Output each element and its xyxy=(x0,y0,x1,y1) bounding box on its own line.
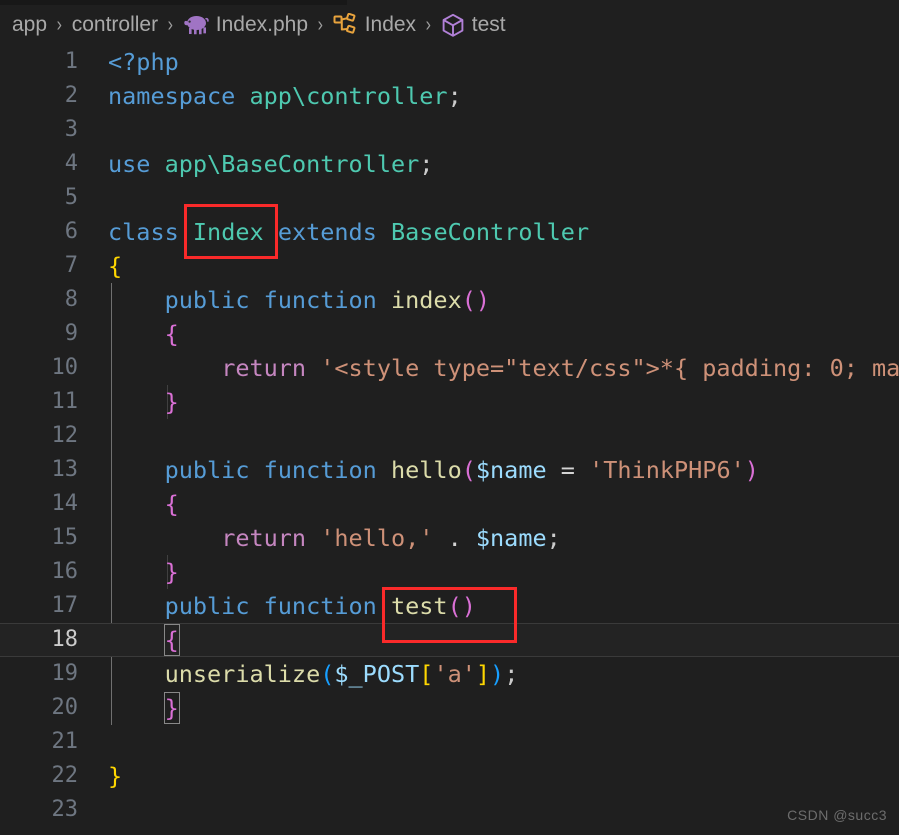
line-number: 11 xyxy=(51,389,79,414)
code-line[interactable]: 16 } xyxy=(0,555,899,589)
line-content: unserialize($_POST['a']); xyxy=(164,660,519,688)
class-symbol-icon xyxy=(333,12,358,37)
code-line[interactable]: 19 unserialize($_POST['a']); xyxy=(0,657,899,691)
line-content: return '<style type="text/css">*{ paddin… xyxy=(221,354,899,382)
line-content: { xyxy=(108,623,180,657)
code-line[interactable]: 3 xyxy=(0,113,899,147)
line-content: use app\BaseController; xyxy=(108,150,434,178)
breadcrumb-separator-icon: › xyxy=(167,13,174,36)
line-content: } xyxy=(108,691,180,725)
code-line[interactable]: 15 return 'hello,' . $name; xyxy=(0,521,899,555)
line-number: 10 xyxy=(51,355,79,380)
code-line[interactable]: 5 xyxy=(0,181,899,215)
line-number: 6 xyxy=(64,219,78,244)
line-number: 12 xyxy=(51,423,79,448)
line-number: 23 xyxy=(51,797,79,822)
line-content: public function test() xyxy=(164,592,476,620)
line-number-active: 18 xyxy=(51,627,79,652)
code-line[interactable]: 11 } xyxy=(0,385,899,419)
breadcrumb: app › controller › Index.php › Index › t… xyxy=(0,5,899,45)
breadcrumb-separator-icon: › xyxy=(425,13,432,36)
line-number: 22 xyxy=(51,763,79,788)
line-number: 16 xyxy=(51,559,79,584)
code-line[interactable]: 17 public function test() xyxy=(0,589,899,623)
breadcrumb-item-index-php[interactable]: Index.php xyxy=(183,13,308,37)
bracket-match-close: } xyxy=(163,692,180,724)
line-number: 7 xyxy=(64,253,78,278)
line-number: 17 xyxy=(51,593,79,618)
line-content: { xyxy=(164,490,179,518)
code-line[interactable]: 6 class Index extends BaseController xyxy=(0,215,899,249)
line-content: public function hello($name = 'ThinkPHP6… xyxy=(164,456,759,484)
bracket-match-open: { xyxy=(163,624,180,656)
breadcrumb-label: test xyxy=(471,13,506,36)
breadcrumb-item-controller[interactable]: controller xyxy=(72,13,158,37)
php-elephant-icon xyxy=(183,14,209,36)
line-number: 4 xyxy=(64,151,78,176)
code-line[interactable]: 1 <?php xyxy=(0,45,899,79)
code-editor[interactable]: 1 <?php 2 namespace app\controller; 3 4 … xyxy=(0,45,899,835)
breadcrumb-item-index-class[interactable]: Index xyxy=(333,12,417,37)
breadcrumb-separator-icon: › xyxy=(56,13,63,36)
line-content: namespace app\controller; xyxy=(108,82,462,110)
line-number: 15 xyxy=(51,525,79,550)
code-line[interactable]: 21 xyxy=(0,725,899,759)
breadcrumb-item-test-method[interactable]: test xyxy=(441,13,506,38)
code-line[interactable]: 13 public function hello($name = 'ThinkP… xyxy=(0,453,899,487)
code-line[interactable]: 10 return '<style type="text/css">*{ pad… xyxy=(0,351,899,385)
line-number: 13 xyxy=(51,457,79,482)
line-number: 5 xyxy=(64,185,78,210)
line-number: 1 xyxy=(64,49,78,74)
line-number: 20 xyxy=(51,695,79,720)
code-line[interactable]: 9 { xyxy=(0,317,899,351)
breadcrumb-label: Index.php xyxy=(215,13,309,36)
line-number: 2 xyxy=(64,83,78,108)
breadcrumb-label: controller xyxy=(71,13,159,36)
line-number: 3 xyxy=(64,117,78,142)
breadcrumb-item-app[interactable]: app xyxy=(12,13,47,37)
code-line[interactable]: 22 } xyxy=(0,759,899,793)
code-line[interactable]: 7 { xyxy=(0,249,899,283)
line-content: { xyxy=(164,320,179,348)
line-content: return 'hello,' . $name; xyxy=(221,524,561,552)
breadcrumb-label: app xyxy=(12,13,48,36)
watermark: CSDN @succ3 xyxy=(787,807,887,823)
line-content: class Index extends BaseController xyxy=(108,218,590,246)
line-number: 14 xyxy=(51,491,79,516)
code-line-active[interactable]: 18 { xyxy=(0,623,899,657)
line-content: } xyxy=(164,558,179,586)
code-line[interactable]: 20 } xyxy=(0,691,899,725)
line-content: } xyxy=(108,762,123,790)
line-number: 21 xyxy=(51,729,79,754)
code-line[interactable]: 8 public function index() xyxy=(0,283,899,317)
code-line[interactable]: 14 { xyxy=(0,487,899,521)
line-number: 8 xyxy=(64,287,78,312)
code-line[interactable]: 4 use app\BaseController; xyxy=(0,147,899,181)
method-cube-icon xyxy=(441,13,465,38)
line-number: 19 xyxy=(51,661,79,686)
code-line[interactable]: 12 xyxy=(0,419,899,453)
line-content: } xyxy=(164,388,179,416)
breadcrumb-separator-icon: › xyxy=(317,13,324,36)
line-content: { xyxy=(108,252,123,280)
line-content: <?php xyxy=(108,48,179,76)
line-number: 9 xyxy=(64,321,78,346)
code-line[interactable]: 2 namespace app\controller; xyxy=(0,79,899,113)
breadcrumb-label: Index xyxy=(364,13,417,36)
code-line[interactable]: 23 xyxy=(0,793,899,827)
line-content: public function index() xyxy=(164,286,491,314)
